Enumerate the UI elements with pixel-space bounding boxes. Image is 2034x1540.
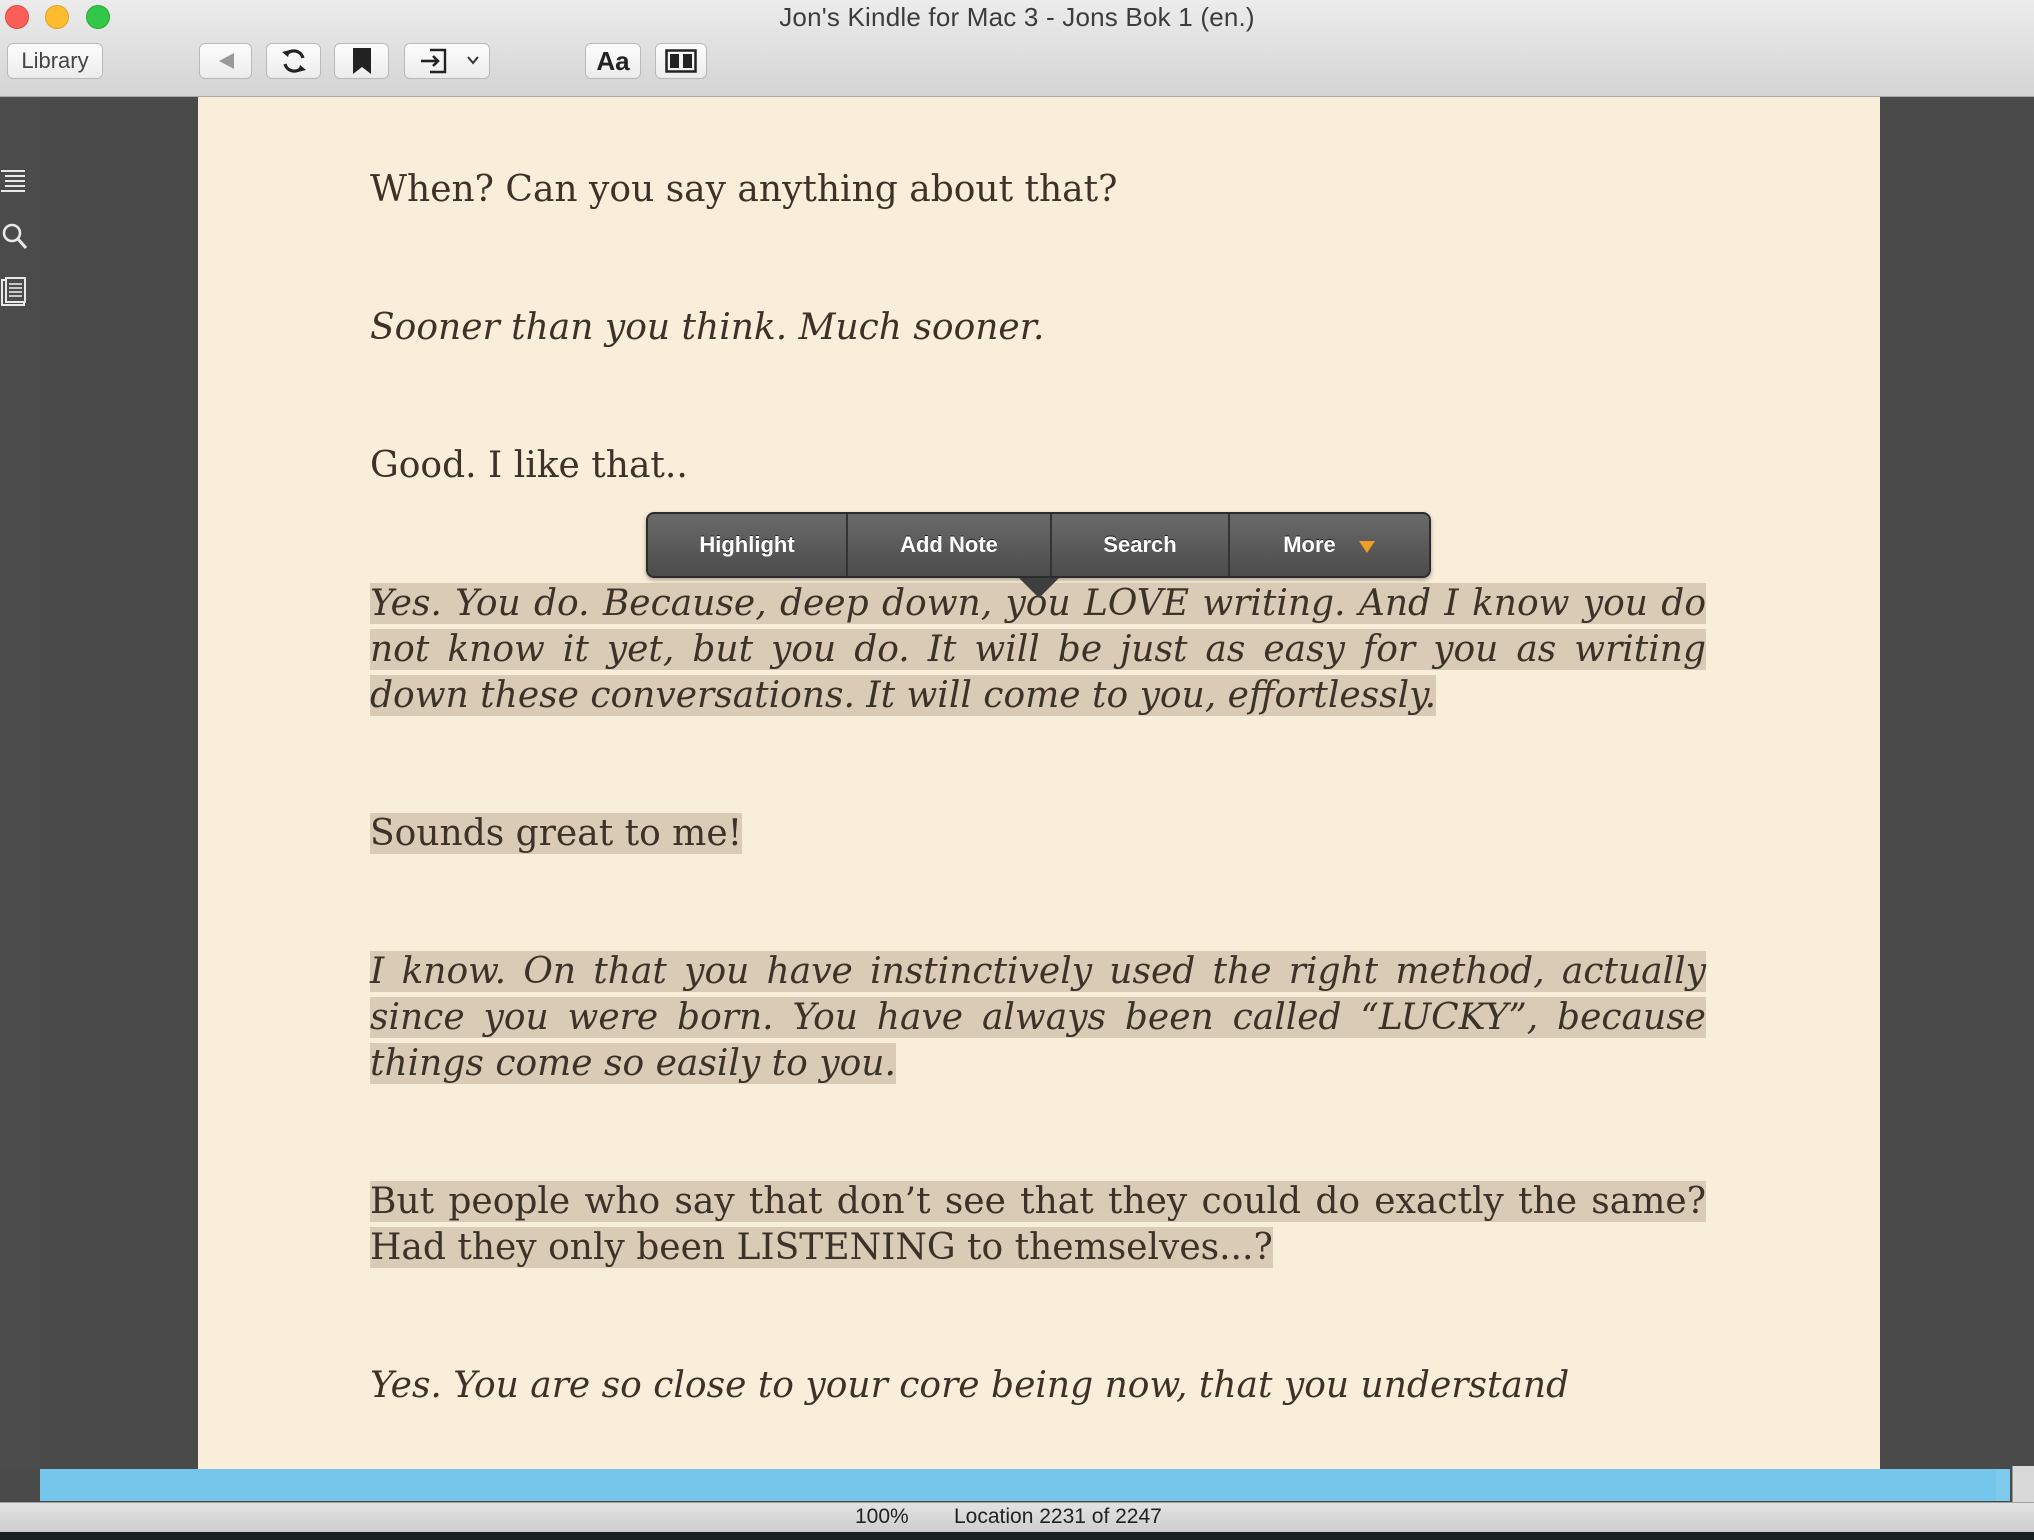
- paragraph-text[interactable]: Yes. You are so close to your core being…: [370, 1365, 1569, 1406]
- notes-icon[interactable]: [1, 277, 29, 307]
- selected-text[interactable]: I know. On that you have instinctively u…: [370, 951, 1706, 1084]
- selected-text[interactable]: Yes. You do. Because, deep down, you LOV…: [370, 583, 1706, 716]
- more-button[interactable]: More: [1230, 514, 1429, 576]
- paragraph-selected[interactable]: Yes. You do. Because, deep down, you LOV…: [370, 581, 1706, 719]
- goto-button[interactable]: [404, 43, 490, 79]
- paragraph-selected[interactable]: But people who say that don’t see that t…: [370, 1179, 1706, 1271]
- paragraph[interactable]: Good. I like that..: [370, 443, 1706, 489]
- reading-progress-bar[interactable]: [40, 1469, 2010, 1501]
- paragraph[interactable]: Sooner than you think. Much sooner.: [370, 305, 1706, 351]
- selected-text[interactable]: Sounds great to me!: [370, 813, 743, 854]
- goto-icon: [421, 48, 447, 74]
- chevron-down-icon[interactable]: [465, 52, 481, 68]
- search-icon[interactable]: [1, 222, 29, 252]
- paragraph-selected[interactable]: Sounds great to me!: [370, 811, 1706, 857]
- sync-button[interactable]: [266, 43, 321, 79]
- back-button[interactable]: [199, 43, 252, 79]
- sync-icon: [281, 49, 306, 73]
- location-indicator: Location 2231 of 2247: [954, 1505, 1162, 1528]
- kindle-window: Jon's Kindle for Mac 3 - Jons Bok 1 (en.…: [0, 0, 2034, 1532]
- paragraph-text[interactable]: Good. I like that..: [370, 445, 688, 486]
- left-sidebar: [0, 97, 41, 1469]
- selection-popup-menu: Highlight Add Note Search More: [646, 512, 1431, 578]
- paragraph-text[interactable]: When? Can you say anything about that?: [370, 169, 1117, 210]
- resize-grip[interactable]: [2012, 1466, 2034, 1502]
- book-page: When? Can you say anything about that? S…: [198, 97, 1880, 1469]
- paragraph-selected[interactable]: I know. On that you have instinctively u…: [370, 949, 1706, 1087]
- paragraph[interactable]: When? Can you say anything about that?: [370, 167, 1706, 213]
- paragraph-text[interactable]: Sooner than you think. Much sooner.: [370, 307, 1044, 348]
- search-button[interactable]: Search: [1052, 514, 1230, 576]
- table-of-contents-icon[interactable]: [1, 167, 29, 197]
- book-text[interactable]: When? Can you say anything about that? S…: [370, 167, 1706, 1501]
- status-bar: 100% Location 2231 of 2247: [0, 1502, 2034, 1532]
- more-dropdown-arrow-icon: [1358, 541, 1375, 553]
- bookmark-button[interactable]: [334, 43, 389, 79]
- title-toolbar: Jon's Kindle for Mac 3 - Jons Bok 1 (en.…: [0, 0, 2034, 97]
- font-settings-button[interactable]: Aa: [585, 43, 641, 79]
- window-title: Jon's Kindle for Mac 3 - Jons Bok 1 (en.…: [779, 2, 1255, 32]
- selected-text[interactable]: But people who say that don’t see that t…: [370, 1181, 1706, 1268]
- popup-pointer: [1019, 578, 1059, 598]
- columns-icon: [665, 49, 697, 73]
- progress-fill: [40, 1469, 1997, 1501]
- back-arrow-icon: [218, 53, 234, 69]
- columns-button[interactable]: [655, 43, 707, 79]
- bookmark-icon: [352, 48, 371, 74]
- paragraph[interactable]: Yes. You are so close to your core being…: [370, 1363, 1706, 1409]
- more-label: More: [1283, 532, 1336, 557]
- highlight-button[interactable]: Highlight: [648, 514, 848, 576]
- add-note-button[interactable]: Add Note: [848, 514, 1052, 576]
- library-button[interactable]: Library: [7, 43, 103, 79]
- zoom-level: 100%: [855, 1505, 909, 1528]
